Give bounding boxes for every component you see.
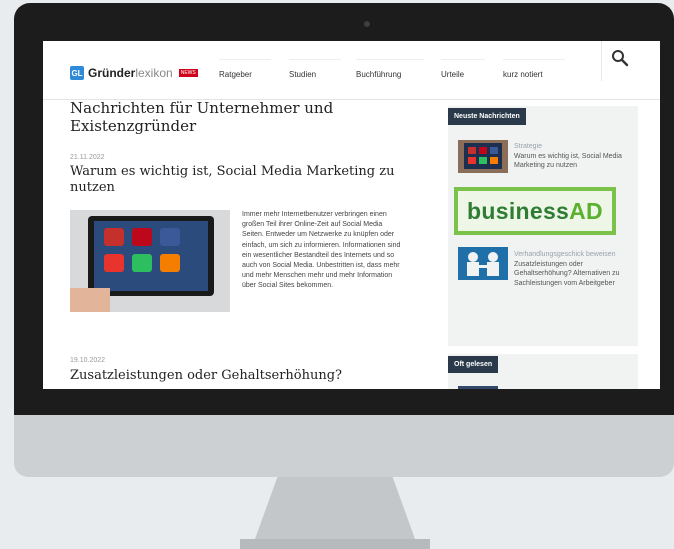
popular-thumb[interactable] — [458, 386, 498, 389]
monitor-chin — [14, 415, 674, 477]
article-excerpt: Immer mehr Internetbenutzer verbringen e… — [242, 211, 401, 290]
search-icon[interactable] — [611, 49, 629, 67]
nav-kurz-notiert[interactable]: kurz notiert — [503, 59, 565, 88]
nav-urteile[interactable]: Urteile — [441, 59, 485, 88]
logo-text-a: Gründer — [88, 66, 136, 80]
ad-text-b: AD — [569, 197, 603, 224]
nav-buchfuehrung[interactable]: Buchführung — [356, 59, 424, 88]
sidebar-news-item[interactable]: Strategie Warum es wichtig ist, Social M… — [514, 142, 632, 171]
page-title: Nachrichten für Unternehmer und Existenz… — [70, 99, 334, 135]
logo-text-b: lexikon — [135, 66, 173, 80]
ad-text-a: business — [467, 197, 570, 224]
nav-label: Studien — [289, 69, 317, 79]
sidebar-thumb-social[interactable] — [458, 140, 508, 173]
search-divider — [601, 41, 602, 81]
logo-news-badge: NEWS — [178, 69, 198, 77]
sidebar-popular: Oft gelesen — [448, 354, 638, 389]
monitor-stand — [255, 477, 415, 539]
nav-studien[interactable]: Studien — [289, 59, 341, 88]
nav-label: Urteile — [441, 69, 465, 79]
sidebar-item-title: Zusatzleistungen oder Gehaltserhöhung? A… — [514, 260, 620, 287]
browser-screen: GL Gründer lexikon NEWS Ratgeber Studien… — [43, 41, 660, 389]
sidebar-thumb-negotiation[interactable] — [458, 247, 508, 280]
site-header: GL Gründer lexikon NEWS Ratgeber Studien… — [43, 41, 660, 100]
article-date: 19.10.2022 — [70, 357, 106, 364]
nav-label: Buchführung — [356, 69, 402, 79]
advertisement-banner[interactable]: business AD — [454, 187, 616, 235]
article-title-link[interactable]: Zusatzleistungen oder Gehaltserhöhung? — [70, 368, 400, 384]
sidebar-heading: Oft gelesen — [448, 356, 499, 373]
nav-label: kurz notiert — [503, 69, 543, 79]
nav-ratgeber[interactable]: Ratgeber — [219, 59, 271, 88]
monitor-stand-base — [240, 539, 430, 549]
sidebar-heading: Neuste Nachrichten — [448, 108, 526, 125]
sidebar-category: Verhandlungsgeschick beweisen — [514, 251, 616, 258]
sidebar-category: Strategie — [514, 143, 543, 150]
sidebar-news-item[interactable]: Verhandlungsgeschick beweisen Zusatzleis… — [514, 250, 632, 288]
article-date: 21.11.2022 — [70, 154, 105, 161]
webcam — [364, 21, 370, 27]
article-title-link[interactable]: Warum es wichtig ist, Social Media Marke… — [70, 164, 400, 196]
sidebar-item-title: Warum es wichtig ist, Social Media Marke… — [514, 152, 622, 170]
ad-logo: business AD — [458, 191, 612, 231]
article-image-social-media[interactable] — [70, 210, 230, 312]
logo-mark: GL — [70, 66, 84, 80]
nav-label: Ratgeber — [219, 69, 252, 79]
site-logo[interactable]: GL Gründer lexikon NEWS — [70, 65, 198, 81]
